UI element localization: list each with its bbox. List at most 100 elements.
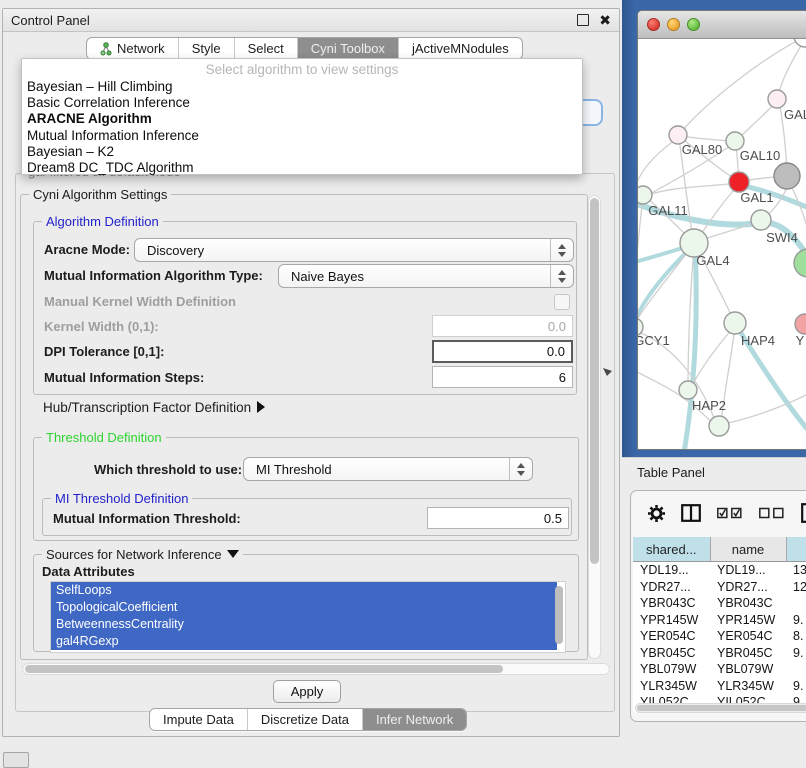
table-cell[interactable]: 9. xyxy=(786,612,806,629)
table-row[interactable]: YPR145WYPR145W9. xyxy=(633,612,806,629)
node-gray[interactable] xyxy=(774,163,800,189)
table-cell[interactable]: YDL19... xyxy=(633,562,710,579)
dpi-tolerance-field[interactable] xyxy=(432,340,573,363)
mi-threshold-field[interactable] xyxy=(427,507,569,529)
algorithm-option[interactable]: ARACNE Algorithm xyxy=(27,111,582,127)
node-hap2[interactable] xyxy=(679,381,697,399)
table-cell[interactable]: YBL079W xyxy=(633,661,710,678)
tab-style[interactable]: Style xyxy=(179,38,235,59)
table-cell[interactable]: YBR045C xyxy=(710,645,786,662)
table-cell[interactable]: YDL19... xyxy=(710,562,786,579)
algorithm-option[interactable]: Dream8 DC_TDC Algorithm xyxy=(27,160,582,176)
mi-steps-field[interactable] xyxy=(432,366,573,388)
tab-select[interactable]: Select xyxy=(235,38,298,59)
stepper-arrows-icon[interactable] xyxy=(550,239,573,261)
table-cell[interactable]: 13 xyxy=(786,562,806,579)
table-cell[interactable]: YLR345W xyxy=(633,678,710,695)
tab-jactivemnodules[interactable]: jActiveMNodules xyxy=(399,38,522,59)
table-cell[interactable]: YBR043C xyxy=(710,595,786,612)
table-row[interactable]: YBR045CYBR045C9. xyxy=(633,645,806,662)
table-cell[interactable]: YER054C xyxy=(633,628,710,645)
mode-tab-discretize-data[interactable]: Discretize Data xyxy=(248,709,363,730)
attribute-item[interactable]: BetweennessCentrality xyxy=(51,616,557,633)
network-canvas[interactable]: GALGAL80GAL10GAL1SWI4GAL11GAL4GCY1HAP4YH… xyxy=(638,39,806,450)
settings-vertical-scrollbar[interactable] xyxy=(588,195,601,659)
column-header-partial[interactable] xyxy=(786,537,806,562)
unchecked-pair-icon[interactable] xyxy=(759,507,785,519)
node-gal-partial[interactable] xyxy=(768,90,786,108)
document-icon[interactable] xyxy=(801,503,806,523)
column-header-shared[interactable]: shared... xyxy=(633,537,710,562)
mode-tab-impute-data[interactable]: Impute Data xyxy=(150,709,248,730)
minimize-traffic-light-icon[interactable] xyxy=(667,18,680,31)
table-scrollbar-thumb[interactable] xyxy=(637,705,806,711)
columns-icon[interactable] xyxy=(681,504,701,522)
sources-title[interactable]: Sources for Network Inference xyxy=(42,547,243,562)
table-row[interactable]: YLR345WYLR345W9. xyxy=(633,678,806,695)
zoom-traffic-light-icon[interactable] xyxy=(687,18,700,31)
node-swi4[interactable] xyxy=(751,210,771,230)
network-window-titlebar[interactable] xyxy=(638,11,806,39)
tab-cyni-toolbox[interactable]: Cyni Toolbox xyxy=(298,38,399,59)
table-horizontal-scrollbar[interactable] xyxy=(635,703,806,713)
attribute-item[interactable]: SelfLoops xyxy=(51,582,557,599)
node-green-right[interactable] xyxy=(794,249,806,277)
table-cell[interactable]: YDR27... xyxy=(710,579,786,596)
stepper-arrows-icon[interactable] xyxy=(509,458,532,480)
node-top-partial[interactable] xyxy=(794,39,806,47)
hub-section-toggle[interactable]: Hub/Transcription Factor Definition xyxy=(43,400,265,415)
bottom-left-button[interactable] xyxy=(3,752,29,768)
table-cell[interactable]: YLR345W xyxy=(710,678,786,695)
checked-pair-icon[interactable] xyxy=(717,507,743,519)
which-threshold-combo[interactable]: MI Threshold xyxy=(243,457,533,481)
list-scrollbar[interactable] xyxy=(555,586,563,644)
table-row[interactable]: YDR27...YDR27...12 xyxy=(633,579,806,596)
close-icon[interactable]: ✖ xyxy=(599,15,611,25)
table-cell[interactable]: YER054C xyxy=(710,628,786,645)
aracne-mode-combo[interactable]: Discovery xyxy=(134,238,574,262)
table-cell[interactable] xyxy=(786,661,806,678)
vertical-scrollbar-thumb[interactable] xyxy=(590,198,599,564)
mode-tab-infer-network[interactable]: Infer Network xyxy=(363,709,466,730)
node-hap4[interactable] xyxy=(724,312,746,334)
table-row[interactable]: YER054CYER054C8. xyxy=(633,628,806,645)
column-header-name[interactable]: name xyxy=(710,537,786,562)
table-row[interactable]: YBL079WYBL079W xyxy=(633,661,806,678)
node-salmon[interactable] xyxy=(795,314,806,334)
algorithm-option[interactable]: Bayesian – Hill Climbing xyxy=(27,79,582,95)
mi-type-combo[interactable]: Naive Bayes xyxy=(278,264,574,288)
algorithm-option[interactable]: Mutual Information Inference xyxy=(27,128,582,144)
table-cell[interactable]: YPR145W xyxy=(633,612,710,629)
table-row[interactable]: YDL19...YDL19...13 xyxy=(633,562,806,579)
algorithm-option[interactable]: Basic Correlation Inference xyxy=(27,95,582,111)
horizontal-scrollbar-thumb[interactable] xyxy=(25,665,503,673)
table-cell[interactable]: 8. xyxy=(786,628,806,645)
table-cell[interactable]: YBR043C xyxy=(633,595,710,612)
kernel-width-field[interactable] xyxy=(432,315,573,337)
tab-network[interactable]: Network xyxy=(87,38,179,59)
settings-horizontal-scrollbar[interactable] xyxy=(22,663,610,675)
table-cell[interactable]: YBL079W xyxy=(710,661,786,678)
network-graph[interactable]: GALGAL80GAL10GAL1SWI4GAL11GAL4GCY1HAP4YH… xyxy=(638,39,806,450)
node-bottom[interactable] xyxy=(709,416,729,436)
data-attributes-list[interactable]: SelfLoopsTopologicalCoefficientBetweenne… xyxy=(50,581,566,653)
table-cell[interactable]: 9. xyxy=(786,678,806,695)
table-cell[interactable]: YPR145W xyxy=(710,612,786,629)
stepper-arrows-icon[interactable] xyxy=(550,265,573,287)
close-traffic-light-icon[interactable] xyxy=(647,18,660,31)
manual-kernel-checkbox[interactable] xyxy=(554,294,570,310)
attribute-item[interactable]: gal4RGexp xyxy=(51,633,557,650)
table-cell[interactable]: YBR045C xyxy=(633,645,710,662)
algorithm-option[interactable]: Bayesian – K2 xyxy=(27,144,582,160)
table-cell[interactable]: 9. xyxy=(786,645,806,662)
node-gal11[interactable] xyxy=(638,186,652,204)
table-row[interactable]: YBR043CYBR043C xyxy=(633,595,806,612)
apply-button[interactable]: Apply xyxy=(273,680,341,703)
node-gal1[interactable] xyxy=(729,172,749,192)
table-cell[interactable]: 12 xyxy=(786,579,806,596)
table-cell[interactable]: YDR27... xyxy=(633,579,710,596)
gear-icon[interactable] xyxy=(648,505,665,522)
float-window-icon[interactable] xyxy=(577,14,589,26)
table-cell[interactable] xyxy=(786,595,806,612)
attribute-item[interactable]: TopologicalCoefficient xyxy=(51,599,557,616)
